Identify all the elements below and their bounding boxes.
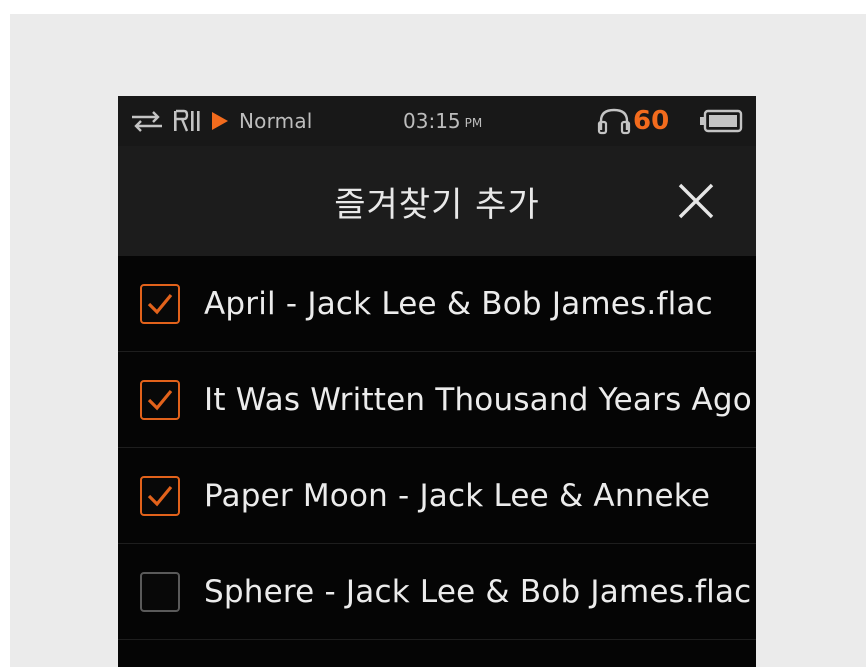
- checkmark-icon: [147, 485, 173, 507]
- file-checkbox[interactable]: [140, 380, 180, 420]
- play-icon: [210, 96, 230, 146]
- clock: 03:15 PM: [403, 96, 482, 146]
- file-name: It Was Written Thousand Years Ago: [204, 382, 752, 418]
- clock-period: PM: [464, 116, 483, 130]
- list-item[interactable]: April - Jack Lee & Bob James.flac: [118, 256, 756, 352]
- title-bar: 즐겨찾기 추가: [118, 146, 756, 256]
- clock-time: 03:15: [403, 109, 461, 133]
- checkmark-icon: [147, 293, 173, 315]
- file-name: Paper Moon - Jack Lee & Anneke: [204, 478, 711, 514]
- shuffle-icon: [172, 96, 202, 146]
- file-name: April - Jack Lee & Bob James.flac: [204, 286, 713, 322]
- checkmark-icon: [147, 389, 173, 411]
- page-title: 즐겨찾기 추가: [334, 184, 540, 225]
- headphone-icon: [596, 96, 632, 146]
- list-item[interactable]: Paper Moon - Jack Lee & Anneke: [118, 448, 756, 544]
- file-checkbox[interactable]: [140, 476, 180, 516]
- file-checkbox[interactable]: [140, 284, 180, 324]
- list-item[interactable]: It Was Written Thousand Years Ago: [118, 352, 756, 448]
- player-screen: Normal 03:15 PM 60 즐겨찾기 추가 April - Jack …: [118, 96, 756, 667]
- file-checkbox[interactable]: [140, 572, 180, 612]
- close-icon: [678, 183, 714, 219]
- status-bar: Normal 03:15 PM 60: [118, 96, 756, 146]
- file-name: Sphere - Jack Lee & Bob James.flac: [204, 574, 752, 610]
- list-item[interactable]: Sphere - Jack Lee & Bob James.flac: [118, 544, 756, 640]
- file-list: April - Jack Lee & Bob James.flac It Was…: [118, 256, 756, 640]
- battery-icon: [699, 96, 743, 146]
- close-button[interactable]: [673, 178, 719, 224]
- repeat-icon: [130, 96, 164, 146]
- volume-level: 60: [633, 106, 670, 136]
- play-mode-label: Normal: [239, 109, 313, 133]
